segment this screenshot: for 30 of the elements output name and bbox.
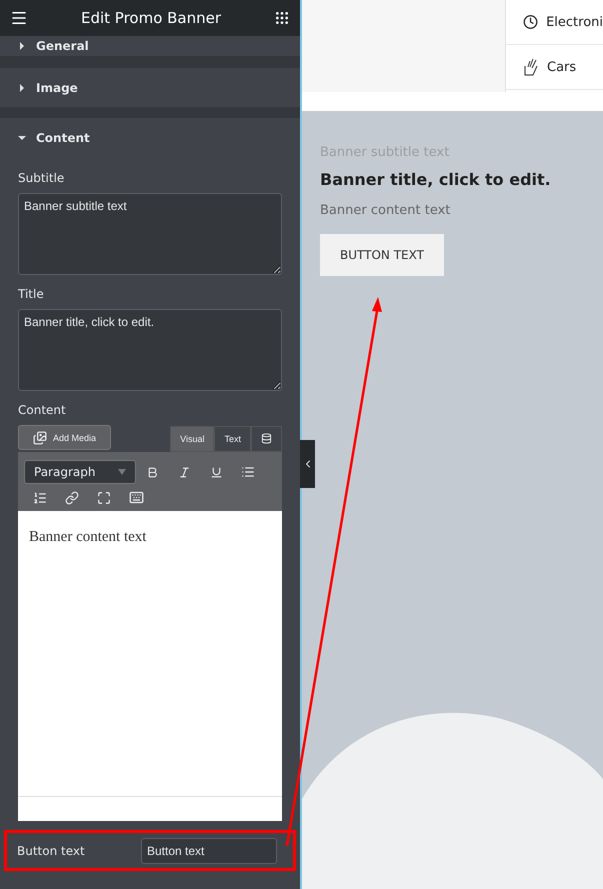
menu-item[interactable]: Electroni: [506, 0, 603, 45]
banner-title: Banner title, click to edit.: [320, 170, 551, 189]
panel-title: Edit Promo Banner: [80, 9, 222, 27]
format-select[interactable]: Paragraph: [24, 460, 136, 484]
editor-area[interactable]: Banner content text: [18, 511, 282, 821]
editor-tab[interactable]: Text: [214, 426, 251, 452]
database-icon[interactable]: [251, 426, 282, 452]
collapse-handle[interactable]: [300, 440, 315, 488]
caret-down-icon: [18, 134, 26, 142]
text-area[interactable]: Banner title, click to edit.: [18, 309, 282, 391]
field-label: Content: [18, 403, 67, 417]
media-icon: [33, 430, 47, 444]
field-label: Subtitle: [18, 171, 66, 185]
caret-right-icon: [18, 84, 26, 92]
menu-icon[interactable]: [10, 9, 28, 27]
tool-icon: [523, 58, 539, 76]
input-field[interactable]: Button text: [141, 838, 277, 864]
caret-icon: [118, 469, 126, 475]
text-area[interactable]: Banner subtitle text: [18, 193, 282, 275]
menu-item[interactable]: Cars: [506, 45, 603, 90]
add-media-button[interactable]: Add Media: [18, 425, 112, 450]
editor-tab[interactable]: Visual: [170, 426, 214, 452]
banner-content: Banner content text: [320, 203, 450, 218]
clock-icon: [523, 14, 538, 30]
caret-right-icon: [18, 42, 26, 50]
field-label: Button text: [17, 844, 85, 858]
apps-grid-icon[interactable]: [274, 10, 290, 26]
editor-text: Banner content text: [28, 528, 148, 547]
banner-button[interactable]: BUTTON TEXT: [320, 234, 444, 276]
field-label: Title: [18, 287, 45, 301]
